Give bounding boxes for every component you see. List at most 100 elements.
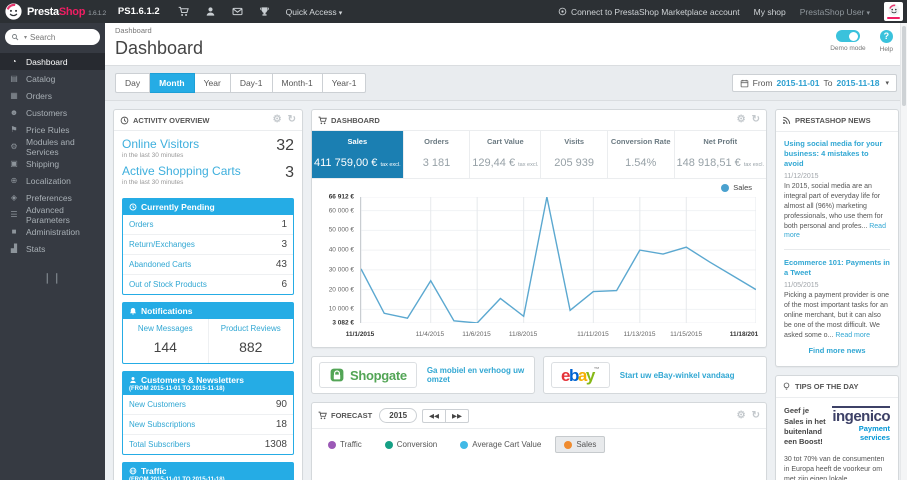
trophy-icon[interactable] <box>259 6 270 17</box>
panel-title: TIPS OF THE DAY <box>795 382 859 392</box>
read-more-link[interactable]: Read more <box>835 332 870 339</box>
my-shop-link[interactable]: My shop <box>754 7 786 17</box>
gear-icon[interactable]: ⚙ <box>737 115 746 125</box>
sidebar-item-shipping[interactable]: ▣ Shipping <box>0 155 105 172</box>
sidebar-item-customers[interactable]: ☻ Customers <box>0 104 105 121</box>
customers-icon <box>129 376 137 384</box>
refresh-icon[interactable]: ↻ <box>752 410 760 421</box>
out-of-stock-link[interactable]: Out of Stock Products <box>129 280 207 289</box>
news-article-excerpt: Picking a payment provider is one of the… <box>784 292 890 339</box>
forecast-legend-sales[interactable]: Sales <box>555 436 606 453</box>
kpi-conversion-rate[interactable]: Conversion Rate 1.54% <box>606 131 674 178</box>
sidebar: ▾ ◔Dashboard ▤Catalog ▦Orders ☻Customers… <box>0 23 105 480</box>
shopgate-link[interactable]: Ga mobiel en verhoog uw omzet <box>427 366 527 384</box>
new-subscriptions-row: New Subscriptions 18 <box>123 415 293 435</box>
range-year-button[interactable]: Year <box>194 73 231 93</box>
chevron-down-icon: ▾ <box>885 80 889 87</box>
abandoned-carts-link[interactable]: Abandoned Carts <box>129 260 191 269</box>
find-more-news-link[interactable]: Find more news <box>784 340 890 361</box>
marketplace-connect-link[interactable]: Connect to PrestaShop Marketplace accoun… <box>558 7 740 17</box>
new-subscriptions-link[interactable]: New Subscriptions <box>129 420 195 429</box>
calendar-icon <box>740 79 749 88</box>
breadcrumb: Dashboard <box>115 26 152 35</box>
help-icon[interactable]: ? <box>879 30 893 43</box>
sidebar-item-advanced-parameters[interactable]: ☰ Advanced Parameters <box>0 205 105 225</box>
sidebar-item-localization[interactable]: ⊕ Localization <box>0 172 105 189</box>
cart-icon[interactable] <box>178 6 189 17</box>
forecast-next-button[interactable]: ▶▶ <box>445 408 470 423</box>
forecast-legend-average-cart-value[interactable]: Average Cart Value <box>451 436 551 453</box>
forecast-legend-traffic[interactable]: Traffic <box>319 436 371 453</box>
kpi-visits[interactable]: Visits 205 939 <box>540 131 607 178</box>
ebay-link[interactable]: Start uw eBay-winkel vandaag <box>620 371 735 380</box>
sidebar-search[interactable]: ▾ <box>5 29 100 45</box>
scrollbar[interactable] <box>900 23 907 480</box>
x-axis-tick: 11/13/2015 <box>623 331 656 338</box>
news-article-title[interactable]: Using social media for your business: 4 … <box>784 139 890 169</box>
kpi-net-profit[interactable]: Net Profit 148 918,51 € tax excl. <box>673 131 766 178</box>
new-customers-link[interactable]: New Customers <box>129 400 186 409</box>
y-axis-tick: 3 082 € <box>332 319 354 327</box>
gear-icon[interactable]: ⚙ <box>273 115 282 125</box>
sidebar-item-stats[interactable]: ▟ Stats <box>0 240 105 257</box>
pending-returns-link[interactable]: Return/Exchanges <box>129 240 195 249</box>
sidebar-item-price-rules[interactable]: ⚑ Price Rules <box>0 121 105 138</box>
sidebar-collapse-button[interactable]: ❘❘ <box>0 273 105 284</box>
user-avatar[interactable] <box>884 2 903 21</box>
product-reviews-cell[interactable]: Product Reviews 882 <box>207 319 294 363</box>
refresh-icon[interactable]: ↻ <box>752 115 760 125</box>
sidebar-item-orders[interactable]: ▦ Orders <box>0 87 105 104</box>
panel-title: ACTIVITY OVERVIEW <box>133 115 210 125</box>
range-day-1-button[interactable]: Day-1 <box>230 73 273 93</box>
quick-access-menu[interactable]: Quick Access ▾ <box>286 7 343 17</box>
range-month-button[interactable]: Month <box>150 73 195 93</box>
administration-icon: ■ <box>11 227 17 236</box>
range-day-button[interactable]: Day <box>115 73 151 93</box>
demo-mode-label: Demo mode <box>830 45 866 52</box>
scrollbar-thumb[interactable] <box>902 26 906 106</box>
brand-wordmark: PrestaShop 1.6.1.2 <box>27 5 106 18</box>
notifications-section: Notifications New Messages 144 Product Re… <box>122 302 294 364</box>
forecast-legend-conversion[interactable]: Conversion <box>375 436 447 453</box>
sidebar-item-preferences[interactable]: ◈ Preferences <box>0 189 105 206</box>
demo-mode-toggle[interactable] <box>835 30 860 42</box>
refresh-icon[interactable]: ↻ <box>288 115 296 125</box>
range-month-1-button[interactable]: Month-1 <box>272 73 323 93</box>
panel-title: FORECAST <box>331 411 373 420</box>
tip-headline: Geef je Sales in het buitenland een Boos… <box>784 406 826 446</box>
x-axis-tick: 11/11/2015 <box>577 331 609 338</box>
sidebar-item-modules[interactable]: ⚙ Modules and Services <box>0 137 105 157</box>
range-year-1-button[interactable]: Year-1 <box>322 73 367 93</box>
pending-orders-link[interactable]: Orders <box>129 220 153 229</box>
tips-of-the-day-panel: TIPS OF THE DAY Geef je Sales in het bui… <box>775 375 899 480</box>
user-menu[interactable]: PrestaShop User ▾ <box>800 7 870 17</box>
bell-icon <box>129 307 137 315</box>
news-article-excerpt: In 2015, social media are an integral pa… <box>784 183 886 240</box>
forecast-prev-button[interactable]: ◀◀ <box>422 408 446 423</box>
mail-icon[interactable] <box>232 6 243 17</box>
new-messages-cell[interactable]: New Messages 144 <box>123 319 208 363</box>
online-visitors-metric[interactable]: Online Visitors in the last 30 minutes 32 <box>122 137 294 164</box>
kpi-orders[interactable]: Orders 3 181 <box>402 131 470 178</box>
kpi-cart-value[interactable]: Cart Value 129,44 € tax excl. <box>469 131 540 178</box>
chevron-down-icon[interactable]: ▾ <box>24 34 27 41</box>
sidebar-item-dashboard[interactable]: ◔ Dashboard <box>0 53 105 70</box>
gear-icon[interactable]: ⚙ <box>737 410 746 421</box>
active-carts-metric[interactable]: Active Shopping Carts in the last 30 minu… <box>122 164 294 191</box>
tip-body: 30 tot 70% van de consumenten in Europa … <box>784 455 885 480</box>
sidebar-item-catalog[interactable]: ▤ Catalog <box>0 70 105 87</box>
sidebar-item-administration[interactable]: ■ Administration <box>0 223 105 240</box>
kpi-sales[interactable]: Sales 411 759,00 € tax excl. <box>312 131 403 178</box>
news-article-title[interactable]: Ecommerce 101: Payments in a Tweet <box>784 258 890 278</box>
prestashop-news-panel: PRESTASHOP NEWS Using social media for y… <box>775 109 899 368</box>
total-subscribers-link[interactable]: Total Subscribers <box>129 440 190 449</box>
y-axis-tick: 66 912 € <box>328 193 354 201</box>
online-visitors-value: 32 <box>276 137 294 154</box>
prestashop-logo-icon <box>887 4 900 16</box>
search-input[interactable] <box>30 32 94 42</box>
cart-icon <box>318 411 331 420</box>
chart-legend-sales[interactable]: Sales <box>721 183 752 192</box>
customer-icon[interactable] <box>205 6 216 17</box>
date-range-picker[interactable]: From 2015-11-01 To 2015-11-18 ▾ <box>731 74 897 92</box>
marketplace-icon <box>558 7 567 16</box>
